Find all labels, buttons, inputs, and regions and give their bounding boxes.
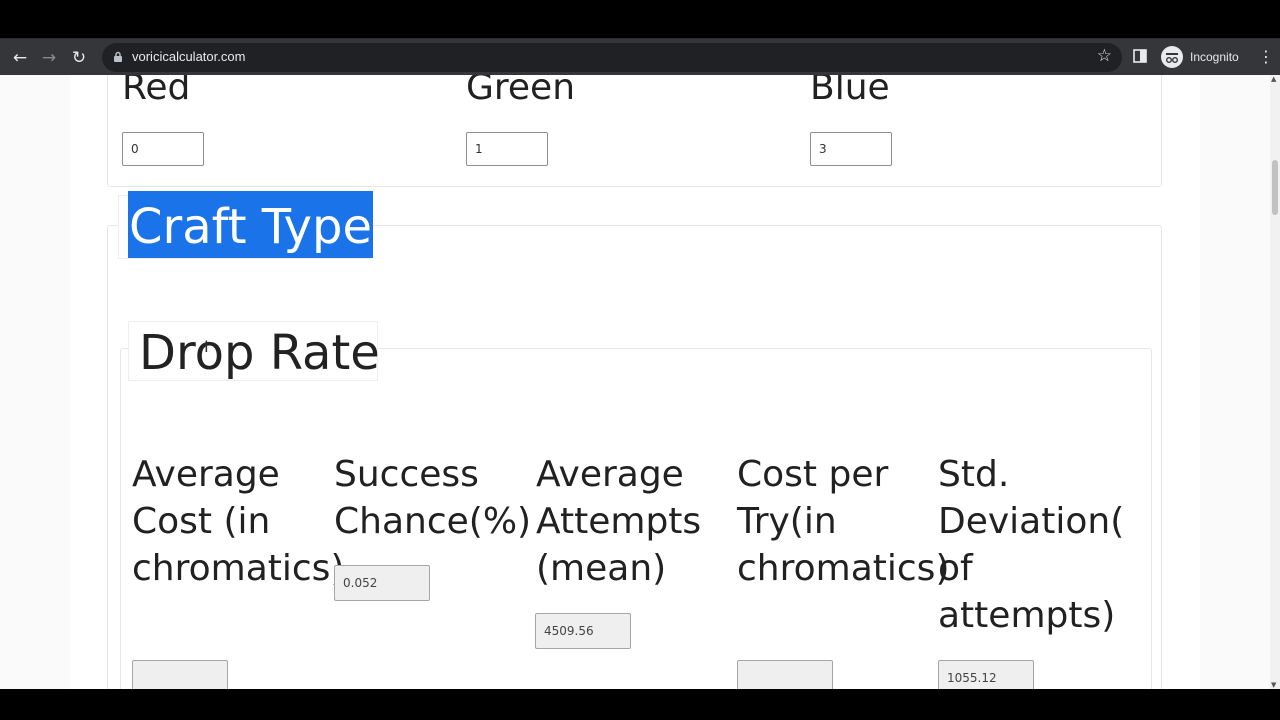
red-label: Red (122, 75, 191, 108)
bookmark-star-icon[interactable]: ☆ (1097, 46, 1112, 66)
drop-rate-heading: Drop Rate (139, 325, 380, 381)
average-cost-output[interactable] (132, 660, 228, 689)
back-icon[interactable]: ← (7, 45, 33, 71)
page-scrollbar[interactable]: ▲ ▼ (1270, 75, 1280, 689)
text-cursor-icon: I (204, 337, 209, 356)
cost-per-try-label: Cost per Try(in chromatics) (737, 454, 950, 589)
incognito-label[interactable]: Incognito (1190, 50, 1239, 64)
std-deviation-output[interactable]: 1055.12 (938, 660, 1034, 689)
browser-menu-icon[interactable]: ⋮ (1258, 47, 1274, 67)
average-attempts-label: Average Attempts (mean) (536, 454, 702, 589)
success-chance-label: Success Chance(%) (334, 454, 532, 542)
blue-input[interactable]: 3 (810, 132, 892, 166)
blue-label: Blue (810, 75, 890, 108)
scroll-down-arrow-icon[interactable]: ▼ (1271, 681, 1276, 689)
browser-toolbar: ← → ↻ voricicalculator.com ☆ Incognito ⋮ (0, 38, 1280, 76)
red-input[interactable]: 0 (122, 132, 204, 166)
incognito-icon[interactable] (1161, 46, 1183, 68)
green-label: Green (466, 75, 576, 108)
std-deviation-label: Std. Deviation( of attempts) (938, 454, 1125, 636)
bottom-letterbox (0, 689, 1280, 720)
forward-icon[interactable]: → (36, 45, 62, 71)
scroll-up-arrow-icon[interactable]: ▲ (1271, 75, 1276, 83)
colors-card (107, 75, 1162, 187)
cost-per-try-output[interactable] (737, 660, 833, 689)
lock-icon[interactable] (112, 51, 124, 63)
url-text[interactable]: voricicalculator.com (132, 49, 245, 64)
average-cost-label: Average Cost (in chromatics) (132, 454, 345, 589)
browser-tab-strip (0, 0, 1280, 38)
reload-icon[interactable]: ↻ (66, 45, 92, 71)
page-viewport: Red 0 Green 1 Blue 3 Craft Type Drop Rat… (0, 75, 1270, 689)
side-panel-icon[interactable] (1133, 49, 1147, 63)
success-chance-output[interactable]: 0.052 (334, 565, 430, 601)
address-bar[interactable]: voricicalculator.com ☆ (102, 43, 1122, 72)
average-attempts-output[interactable]: 4509.56 (535, 613, 631, 649)
scroll-thumb[interactable] (1272, 160, 1278, 215)
craft-type-heading: Craft Type (128, 191, 374, 258)
green-input[interactable]: 1 (466, 132, 548, 166)
